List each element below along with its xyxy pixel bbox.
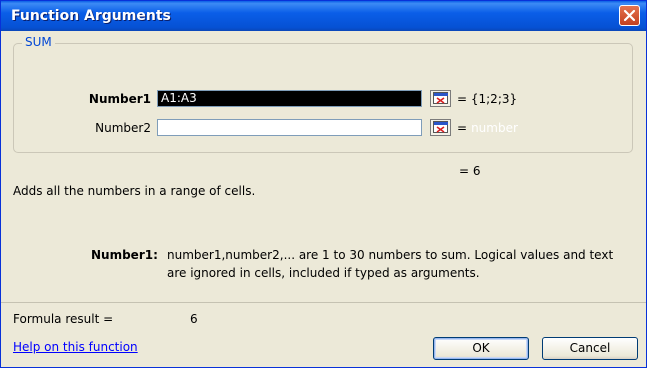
separator <box>1 302 646 303</box>
formula-result-value: 6 <box>190 312 198 326</box>
cancel-button[interactable]: Cancel <box>542 337 638 360</box>
number2-input[interactable] <box>157 119 422 136</box>
number1-label: Number1 <box>88 92 151 106</box>
ok-button[interactable]: OK <box>433 337 529 360</box>
number1-input[interactable]: A1:A3 <box>157 90 422 107</box>
function-result: = 6 <box>459 164 481 178</box>
help-link[interactable]: Help on this function <box>13 340 138 354</box>
arg-help-name: Number1: <box>91 248 158 262</box>
number2-collapse-button[interactable] <box>430 119 451 136</box>
formula-result-label: Formula result = <box>13 312 114 326</box>
number1-collapse-button[interactable] <box>430 90 451 107</box>
arg-help-line2: are ignored in cells, included if typed … <box>167 266 480 280</box>
close-button[interactable] <box>619 5 640 26</box>
function-description: Adds all the numbers in a range of cells… <box>13 184 256 198</box>
number2-equals: = <box>457 121 468 135</box>
dialog-title: Function Arguments <box>11 8 171 24</box>
title-bar[interactable]: Function Arguments <box>1 1 646 31</box>
range-select-icon <box>433 121 448 133</box>
number2-type-hint: number <box>471 121 518 135</box>
close-icon <box>623 9 636 22</box>
number2-label: Number2 <box>95 121 151 135</box>
number2-result: = number <box>457 121 518 135</box>
number1-result: = {1;2;3} <box>457 92 518 106</box>
arg-help-line1: number1,number2,... are 1 to 30 numbers … <box>167 248 614 262</box>
function-name-legend: SUM <box>22 35 55 49</box>
function-arguments-dialog: Function Arguments SUM Number1 A1:A3 = {… <box>0 0 647 368</box>
range-select-icon <box>433 92 448 104</box>
